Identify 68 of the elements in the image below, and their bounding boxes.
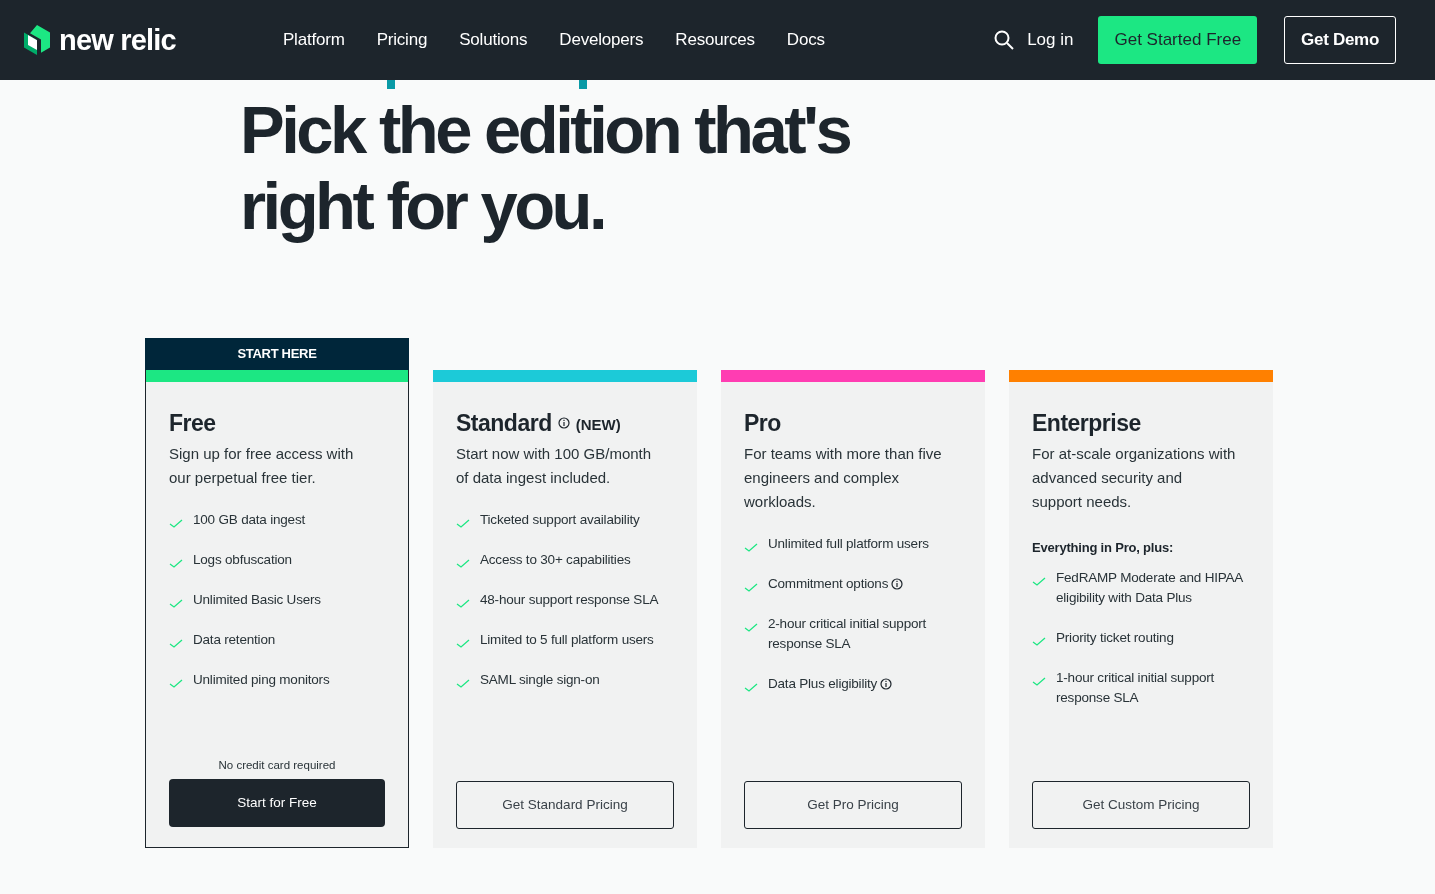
nav-link[interactable]: Solutions xyxy=(459,27,528,53)
check-icon xyxy=(744,683,758,692)
check-icon xyxy=(1032,676,1046,686)
feature-text: 1-hour critical initial support response SLA xyxy=(1056,668,1216,707)
check-icon xyxy=(456,679,470,688)
check-icon xyxy=(169,599,183,608)
check-icon xyxy=(744,583,758,592)
feature-text: Unlimited Basic Users xyxy=(193,591,321,609)
nav-link[interactable]: Pricing xyxy=(376,27,428,53)
feature-text: Data retention xyxy=(193,631,275,649)
feature-text: Commitment options xyxy=(768,575,889,593)
feature-text: Access to 30+ capabilities xyxy=(480,551,631,569)
info-icon[interactable] xyxy=(880,678,893,690)
search-icon[interactable] xyxy=(994,30,1015,50)
check-icon xyxy=(169,639,183,648)
plan-description: For teams with more than five engineers and complex workloads. xyxy=(744,444,943,512)
info-icon[interactable] xyxy=(891,578,904,590)
logo-text[interactable]: new relic xyxy=(59,25,176,55)
nav-link[interactable]: Resources xyxy=(675,27,755,53)
check-icon xyxy=(744,543,758,552)
pricing-button[interactable]: Get Custom Pricing xyxy=(1032,781,1250,829)
pricing-button[interactable]: Get Pro Pricing xyxy=(744,781,962,829)
get-started-button[interactable]: Get Started Free xyxy=(1098,16,1258,64)
check-icon xyxy=(1032,636,1046,646)
check-icon xyxy=(456,519,470,528)
login-link[interactable]: Log in xyxy=(1027,27,1074,53)
check-icon xyxy=(169,679,183,688)
pricing-button[interactable]: Get Standard Pricing xyxy=(456,781,674,829)
feature-text: 100 GB data ingest xyxy=(193,511,305,529)
plan-description: Sign up for free access with our perpetual free tier. xyxy=(169,444,355,488)
plan-title: Standard xyxy=(456,409,552,438)
check-icon xyxy=(169,559,183,568)
accent-mark xyxy=(387,80,395,89)
feature-text: Data Plus eligibility xyxy=(768,675,878,693)
intro-text: Everything in Pro, plus: xyxy=(1032,539,1175,557)
feature-text: 48-hour support response SLA xyxy=(480,591,659,609)
page-heading: Pick the edition that's right for you. xyxy=(240,92,851,244)
feature-text: Ticketed support availability xyxy=(480,511,640,529)
nav-link[interactable]: Developers xyxy=(559,27,644,53)
feature-text: Priority ticket routing xyxy=(1056,628,1174,647)
start-button[interactable]: Start for Free xyxy=(169,779,385,827)
feature-text: Logs obfuscation xyxy=(193,551,292,569)
plan-title: Pro xyxy=(744,409,781,438)
note-text: No credit card required xyxy=(218,757,336,773)
nav-link[interactable]: Platform xyxy=(282,27,345,53)
plan-description: For at-scale organizations with advanced security and support needs. xyxy=(1032,444,1237,512)
check-icon xyxy=(456,639,470,648)
new-tag: (NEW) xyxy=(575,413,621,437)
nav-link[interactable]: Docs xyxy=(786,27,825,53)
check-icon xyxy=(169,519,183,528)
check-icon xyxy=(744,623,758,632)
feature-text: Unlimited full platform users xyxy=(768,535,929,553)
info-icon[interactable] xyxy=(557,417,570,429)
accent-mark xyxy=(579,80,587,89)
get-demo-button[interactable]: Get Demo xyxy=(1284,16,1396,64)
feature-text: Unlimited ping monitors xyxy=(193,671,330,689)
start-here-banner: START HERE xyxy=(145,338,409,370)
plan-description: Start now with 100 GB/month of data ingest included. xyxy=(456,444,653,488)
check-icon xyxy=(1032,576,1046,586)
plan-title: Enterprise xyxy=(1032,409,1141,438)
logo-icon[interactable] xyxy=(23,24,51,56)
check-icon xyxy=(456,599,470,608)
feature-text: FedRAMP Moderate and HIPAA eligibility with Data Plus xyxy=(1056,568,1244,607)
plan-title: Free xyxy=(169,409,216,438)
check-icon xyxy=(456,559,470,568)
feature-text: Limited to 5 full platform users xyxy=(480,631,654,649)
feature-text: 2-hour critical initial support response SLA xyxy=(768,615,928,653)
feature-text: SAML single sign-on xyxy=(480,671,600,689)
